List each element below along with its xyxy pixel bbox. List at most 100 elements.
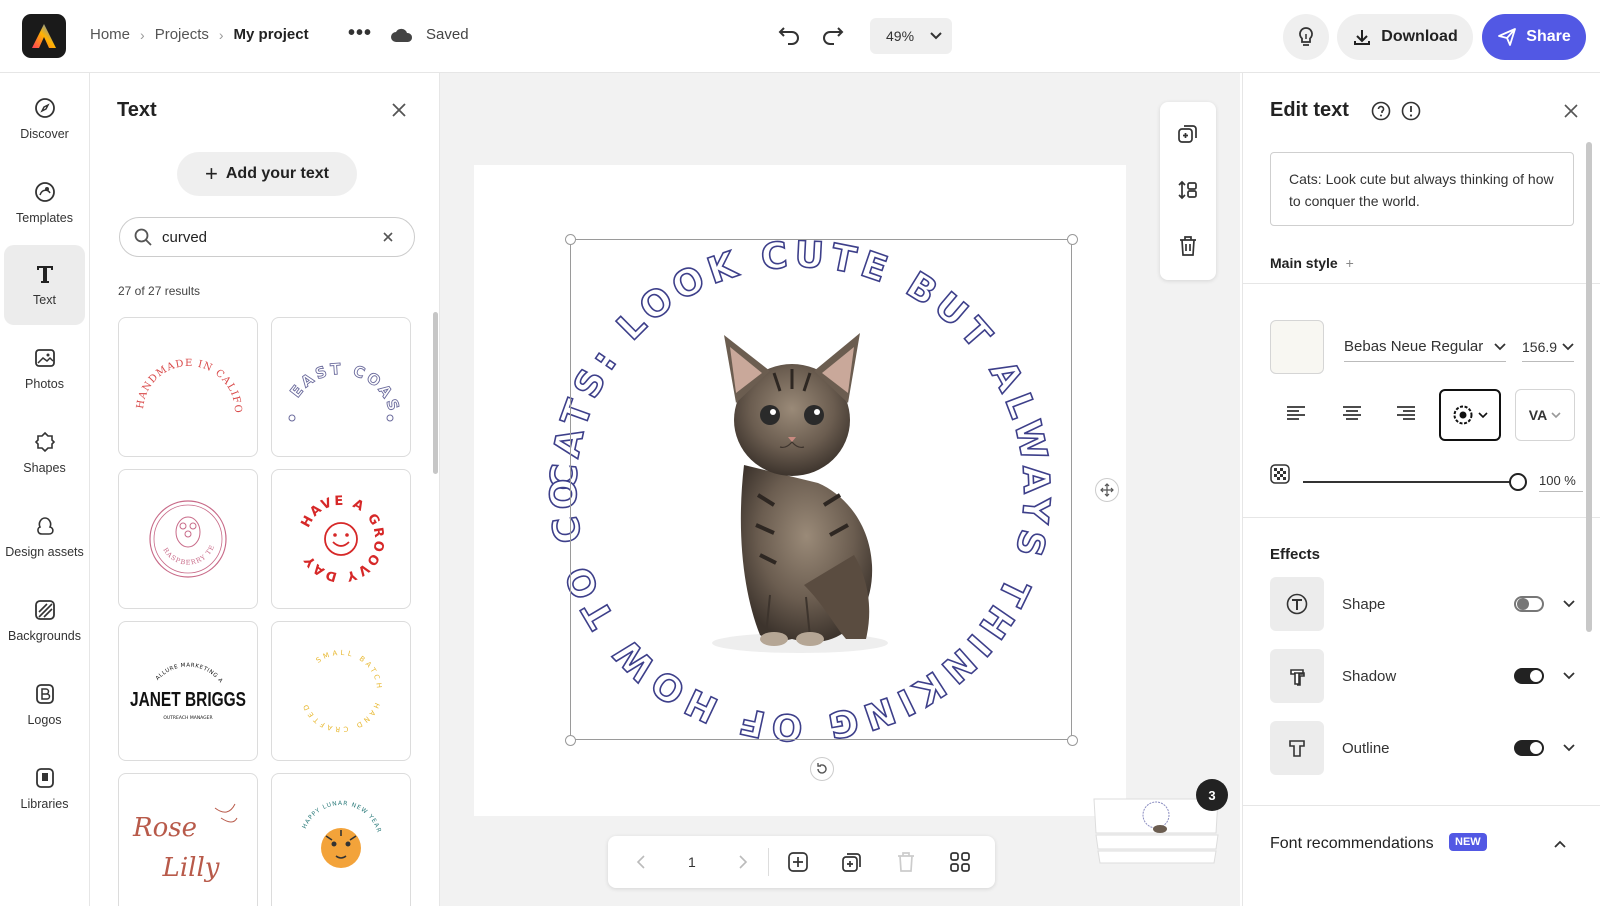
opacity-slider-thumb[interactable] (1509, 473, 1527, 491)
opacity-slider-track[interactable] (1303, 481, 1517, 483)
chevron-up-icon[interactable] (1553, 839, 1567, 849)
adobe-express-logo[interactable] (22, 14, 66, 58)
add-page-icon[interactable] (787, 851, 809, 873)
rail-item-text[interactable]: Text (4, 245, 85, 325)
rail-item-shapes[interactable]: Shapes (4, 413, 85, 493)
rail-item-photos[interactable]: Photos (4, 329, 85, 409)
text-curve-button[interactable] (1439, 389, 1501, 441)
rail-item-libraries[interactable]: Libraries (4, 749, 85, 829)
text-template-groovy-day[interactable]: HAVE A GROOVY DAY (271, 469, 411, 609)
outline-toggle[interactable] (1514, 740, 1544, 756)
lightbulb-button[interactable] (1283, 14, 1329, 60)
trash-icon[interactable] (1176, 234, 1200, 258)
rail-item-templates[interactable]: Templates (4, 163, 85, 243)
duplicate-page-icon[interactable] (841, 851, 863, 873)
effect-row-shape[interactable]: Shape (1270, 577, 1580, 631)
text-icon (36, 266, 53, 283)
svg-text:EAST COAST: EAST COAST (276, 322, 404, 416)
chevron-down-icon[interactable] (1562, 597, 1576, 611)
redo-icon[interactable] (820, 24, 846, 50)
text-content-field[interactable]: Cats: Look cute but always thinking of h… (1270, 152, 1574, 226)
delete-page-icon[interactable] (895, 851, 917, 873)
rail-item-design-assets[interactable]: Design assets (4, 497, 85, 577)
text-template-raspberry-tea[interactable]: RASPBERRY TEA (118, 469, 258, 609)
tile-text: HAVE A GROOVY DAY (298, 494, 384, 584)
grid-view-icon[interactable] (949, 851, 971, 873)
shape-toggle[interactable] (1514, 596, 1544, 612)
rail-label: Design assets (5, 545, 84, 559)
rail-item-backgrounds[interactable]: Backgrounds (4, 581, 85, 661)
edit-panel-scrollbar[interactable] (1586, 142, 1592, 632)
resize-handle-top-right[interactable] (1067, 234, 1078, 245)
rotate-handle[interactable] (810, 757, 834, 781)
divider (1243, 517, 1600, 518)
svg-text:RASPBERRY TEA: RASPBERRY TEA (123, 474, 216, 567)
download-icon (1354, 30, 1371, 45)
svg-text:HANDMADE IN CALIFORNIA: HANDMADE IN CALIFORNIA (123, 322, 243, 414)
rail-label: Libraries (20, 797, 69, 811)
panel-title: Text (117, 99, 157, 121)
text-template-east-coast[interactable]: EAST COAST (271, 317, 411, 457)
search-input[interactable] (162, 228, 372, 246)
align-left-icon[interactable] (1283, 400, 1309, 426)
letter-spacing-button[interactable]: VA (1515, 389, 1575, 441)
tile-text: JANET BRIGGS (130, 689, 246, 711)
help-icon[interactable] (1371, 101, 1391, 121)
add-text-button[interactable]: + Add your text (177, 152, 357, 196)
text-template-lunar-new-year[interactable]: HAPPY LUNAR NEW YEAR (271, 773, 411, 906)
spacing-label: VA (1528, 407, 1548, 423)
rail-item-discover[interactable]: Discover (4, 79, 85, 159)
font-family-select[interactable]: Bebas Neue Regular (1344, 332, 1506, 362)
resize-handle-top-left[interactable] (565, 234, 576, 245)
align-center-icon[interactable] (1339, 400, 1365, 426)
arrange-layers-icon[interactable] (1176, 178, 1200, 202)
selection-box[interactable] (570, 239, 1072, 740)
text-template-rose-lilly[interactable]: Rose Lilly (118, 773, 258, 906)
templates-icon (34, 182, 55, 202)
clear-search-icon[interactable] (382, 231, 394, 243)
breadcrumb-home[interactable]: Home (90, 26, 130, 43)
more-options-icon[interactable]: ••• (348, 22, 372, 45)
breadcrumb-projects[interactable]: Projects (155, 26, 209, 43)
rail-item-logos[interactable]: Logos (4, 665, 85, 745)
text-template-small-batch[interactable]: SMALL BATCH HAND CRAFTED (271, 621, 411, 761)
font-family-value: Bebas Neue Regular (1344, 338, 1484, 355)
breadcrumb: Home › Projects › My project (90, 26, 309, 43)
opacity-value[interactable]: 100 % (1539, 473, 1583, 492)
share-button[interactable]: Share (1482, 14, 1586, 60)
panel-scrollbar[interactable] (433, 312, 438, 474)
effect-row-shadow[interactable]: Shadow (1270, 649, 1580, 703)
libraries-icon (35, 768, 54, 788)
resize-handle-bottom-right[interactable] (1067, 735, 1078, 746)
info-alert-icon[interactable] (1401, 101, 1421, 121)
effect-row-outline[interactable]: Outline (1270, 721, 1580, 775)
curved-text-icon (1453, 405, 1473, 425)
resize-handle-bottom-left[interactable] (565, 735, 576, 746)
duplicate-element-icon[interactable] (1176, 122, 1200, 146)
align-right-icon[interactable] (1393, 400, 1419, 426)
shapes-icon (34, 431, 55, 453)
text-template-handmade[interactable]: HANDMADE IN CALIFORNIA (118, 317, 258, 457)
next-page-icon[interactable] (738, 855, 748, 869)
rail-label: Templates (16, 211, 73, 225)
move-handle[interactable] (1095, 478, 1119, 502)
download-button[interactable]: Download (1337, 14, 1473, 60)
chevron-down-icon (1551, 411, 1561, 418)
chevron-down-icon[interactable] (1562, 741, 1576, 755)
zoom-select[interactable]: 49% (870, 18, 952, 54)
prev-page-icon[interactable] (636, 855, 646, 869)
chevron-down-icon[interactable] (1562, 669, 1576, 683)
font-size-select[interactable]: 156.9 (1522, 332, 1574, 362)
breadcrumb-current[interactable]: My project (234, 26, 309, 43)
close-icon[interactable] (390, 101, 408, 119)
top-bar: Home › Projects › My project ••• Saved 4… (0, 0, 1600, 73)
page-number: 1 (688, 854, 696, 870)
close-icon[interactable] (1563, 103, 1579, 119)
page-count-badge: 3 (1196, 779, 1228, 811)
text-color-swatch[interactable] (1270, 320, 1324, 374)
tile-subtext2: OUTREACH MANAGER (163, 715, 212, 721)
plus-icon[interactable]: + (1346, 255, 1354, 271)
shadow-toggle[interactable] (1514, 668, 1544, 684)
undo-icon[interactable] (776, 24, 802, 50)
text-template-janet-briggs[interactable]: ALLURE MARKETING AGENCY JANET BRIGGS OUT… (118, 621, 258, 761)
